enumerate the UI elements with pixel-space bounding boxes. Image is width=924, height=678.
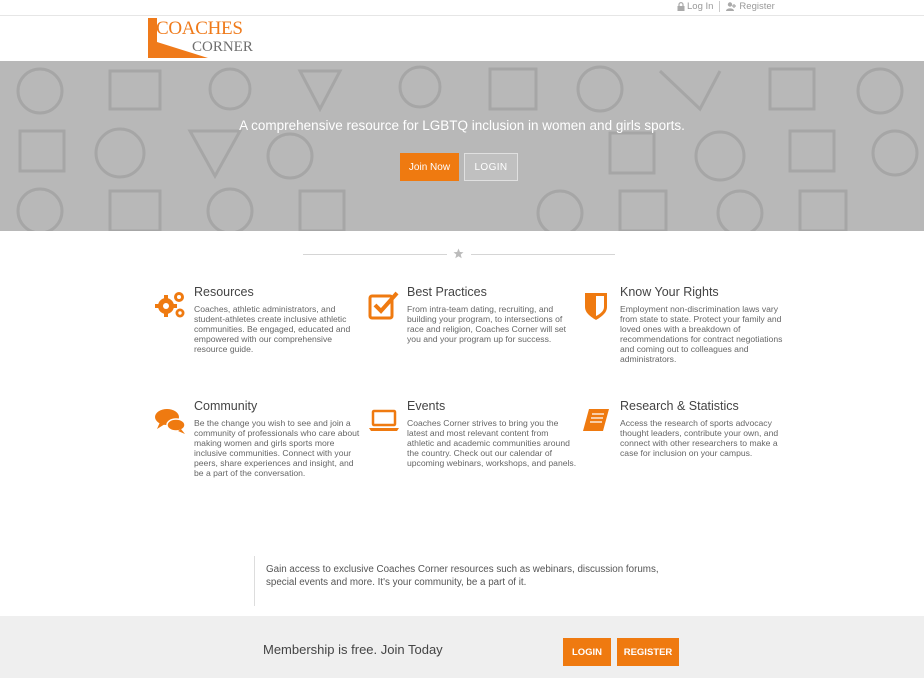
join-band-text: Membership is free. Join Today bbox=[263, 642, 443, 657]
divider-line-left bbox=[303, 254, 447, 255]
team-logos-background-pattern bbox=[16, 65, 919, 231]
feature-research-statistics: Research & Statistics Access the researc… bbox=[583, 399, 790, 458]
feature-description: Be the change you wish to see and join a… bbox=[194, 418, 360, 478]
hero-tagline: A comprehensive resource for LGBTQ inclu… bbox=[239, 118, 685, 133]
hero-banner: A comprehensive resource for LGBTQ inclu… bbox=[0, 61, 924, 231]
logo-text-corner: CORNER bbox=[192, 39, 253, 55]
feature-events: Events Coaches Corner strives to bring y… bbox=[369, 399, 577, 468]
lock-icon bbox=[677, 2, 685, 11]
feature-best-practices: Best Practices From intra-team dating, r… bbox=[368, 285, 577, 344]
coaches-corner-logo[interactable]: COACHES CORNER bbox=[148, 18, 253, 58]
feature-title: Best Practices bbox=[407, 285, 487, 299]
book-icon bbox=[583, 409, 609, 431]
login-link[interactable]: Log In bbox=[677, 1, 713, 12]
feature-community: Community Be the change you wish to see … bbox=[155, 399, 364, 478]
checkbox-icon bbox=[368, 291, 399, 320]
account-links: Log In Register bbox=[677, 1, 775, 12]
hero-login-button[interactable]: LOGIN bbox=[464, 153, 518, 181]
footer-login-button[interactable]: LOGIN bbox=[563, 638, 611, 666]
site-header: COACHES CORNER bbox=[0, 17, 924, 61]
join-band: Membership is free. Join Today LOGIN REG… bbox=[0, 616, 924, 678]
gears-icon bbox=[155, 292, 185, 318]
membership-callout: Gain access to exclusive Coaches Corner … bbox=[254, 556, 664, 606]
feature-description: Coaches Corner strives to bring you the … bbox=[407, 418, 577, 468]
feature-title: Events bbox=[407, 399, 446, 413]
top-utility-bar: Log In Register bbox=[0, 0, 924, 16]
section-divider bbox=[303, 248, 615, 260]
footer-register-button[interactable]: REGISTER bbox=[617, 638, 679, 666]
feature-description: Coaches, athletic administrators, and st… bbox=[194, 304, 351, 354]
feature-description: From intra-team dating, recruiting, and … bbox=[407, 304, 567, 344]
add-user-icon bbox=[726, 2, 737, 11]
feature-description: Access the research of sports advocacy t… bbox=[620, 418, 779, 458]
logo-text-coaches: COACHES bbox=[156, 18, 243, 39]
chat-bubbles-icon bbox=[155, 409, 186, 434]
shield-icon bbox=[585, 293, 607, 320]
feature-title: Community bbox=[194, 399, 258, 413]
laptop-icon bbox=[369, 409, 399, 431]
divider-line-right bbox=[471, 254, 615, 255]
feature-title: Research & Statistics bbox=[620, 399, 739, 413]
link-separator bbox=[719, 1, 721, 12]
feature-resources: Resources Coaches, athletic administrato… bbox=[155, 285, 364, 354]
feature-title: Know Your Rights bbox=[620, 285, 719, 299]
register-link-label: Register bbox=[739, 1, 775, 12]
star-icon bbox=[453, 248, 464, 259]
feature-know-your-rights: Know Your Rights Employment non-discrimi… bbox=[585, 285, 790, 364]
login-link-label: Log In bbox=[687, 1, 714, 12]
register-link[interactable]: Register bbox=[726, 1, 775, 12]
hero-actions: Join Now LOGIN bbox=[400, 153, 518, 181]
feature-description: Employment non-discrimination laws vary … bbox=[620, 304, 783, 364]
join-now-button[interactable]: Join Now bbox=[400, 153, 459, 181]
feature-title: Resources bbox=[194, 285, 254, 299]
